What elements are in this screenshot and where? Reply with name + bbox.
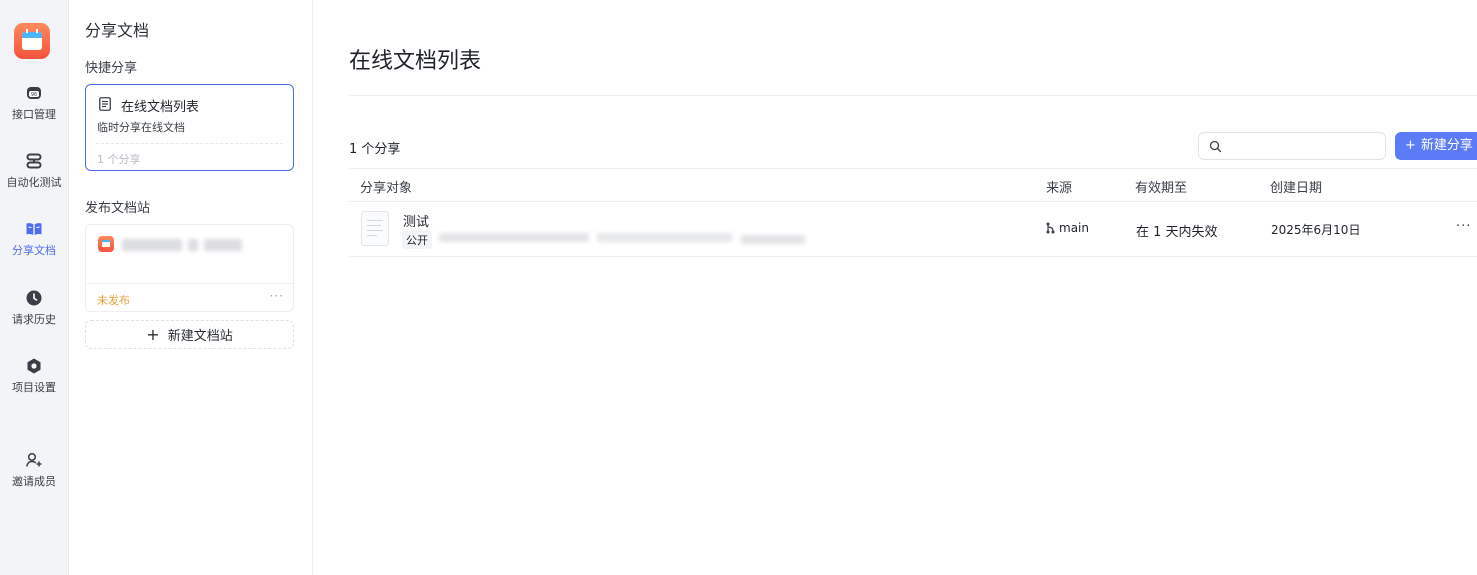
- new-share-button[interactable]: + 新建分享: [1395, 132, 1477, 160]
- source-branch-label: main: [1059, 221, 1089, 235]
- divider: [349, 95, 1477, 96]
- divider: [86, 283, 293, 284]
- redacted-site-name: [122, 239, 182, 251]
- publish-site-label: 发布文档站: [85, 201, 151, 216]
- sidebar-title: 分享文档: [85, 21, 150, 40]
- main-panel: 在线文档列表 1 个分享 + 新建分享 分享对象 来源 有效期至 创建日期 测试 …: [313, 0, 1477, 575]
- api-icon: 96: [27, 87, 41, 99]
- source-branch: main: [1046, 221, 1089, 235]
- branch-icon: [1046, 222, 1055, 234]
- redacted-share-link: [439, 233, 589, 242]
- document-icon: [99, 97, 111, 111]
- user-plus-icon: [26, 452, 42, 467]
- search-icon: [1209, 140, 1222, 153]
- share-count: 1 个分享: [349, 142, 401, 157]
- rail-item-share-docs[interactable]: 分享文档: [0, 220, 68, 258]
- rail-item-label: 自动化测试: [6, 176, 62, 189]
- created-date: 2025年6月10日: [1271, 223, 1361, 237]
- new-doc-site-button[interactable]: + 新建文档站: [85, 320, 294, 349]
- divider: [349, 256, 1477, 257]
- document-thumbnail-icon: [361, 211, 389, 246]
- plus-icon: +: [1405, 138, 1416, 153]
- icon-rail: 96 接口管理 自动化测试 分享文档 请求历史 项目设置 邀请成员: [0, 0, 69, 575]
- automation-icon: [26, 153, 42, 169]
- rail-item-history[interactable]: 请求历史: [0, 289, 68, 327]
- redacted-site-name: [188, 239, 198, 251]
- app-logo[interactable]: [14, 23, 50, 59]
- column-header-target: 分享对象: [360, 181, 413, 196]
- page-title: 在线文档列表: [349, 49, 482, 74]
- column-header-expires: 有效期至: [1135, 181, 1188, 196]
- expiry-text: 在 1 天内失效: [1136, 225, 1218, 240]
- column-header-source: 来源: [1046, 181, 1073, 196]
- share-count: 1 个分享: [97, 153, 141, 166]
- settings-icon: [27, 358, 41, 374]
- book-icon: [26, 223, 42, 235]
- online-docs-card[interactable]: 在线文档列表 临时分享在线文档 1 个分享: [85, 84, 294, 171]
- table-row[interactable]: 测试 公开 main 在 1 天内失效 2025年6月10日 ···: [349, 202, 1477, 256]
- doc-site-card[interactable]: 未发布 ···: [85, 224, 294, 312]
- redacted-share-link: [597, 233, 732, 242]
- redacted-share-link: [741, 235, 805, 244]
- column-header-created: 创建日期: [1270, 181, 1323, 196]
- clock-icon: [26, 290, 42, 306]
- rail-item-settings[interactable]: 项目设置: [0, 357, 68, 395]
- search-field[interactable]: [1198, 132, 1386, 160]
- rail-item-label: 请求历史: [12, 313, 56, 326]
- rail-item-automation[interactable]: 自动化测试: [0, 152, 68, 190]
- rail-item-label: 项目设置: [12, 381, 56, 394]
- rail-item-label: 接口管理: [12, 108, 56, 121]
- rail-item-label: 邀请成员: [12, 475, 56, 488]
- rail-item-invite[interactable]: 邀请成员: [0, 451, 68, 489]
- card-title: 在线文档列表: [121, 100, 200, 115]
- svg-text:96: 96: [31, 92, 37, 98]
- rail-item-api[interactable]: 96 接口管理: [0, 84, 68, 122]
- card-description: 临时分享在线文档: [97, 121, 185, 134]
- rail-item-label: 分享文档: [12, 244, 56, 257]
- share-docs-sidebar: 分享文档 快捷分享 在线文档列表 临时分享在线文档 1 个分享 发布文档站 未发…: [69, 0, 313, 575]
- visibility-badge: 公开: [402, 231, 432, 249]
- new-doc-site-label: 新建文档站: [167, 329, 233, 344]
- redacted-site-name: [204, 239, 242, 251]
- more-options-button[interactable]: ···: [270, 289, 284, 303]
- new-share-label: 新建分享: [1420, 138, 1473, 153]
- status-badge: 未发布: [97, 294, 130, 307]
- quick-share-label: 快捷分享: [85, 61, 138, 76]
- plus-icon: +: [146, 325, 160, 344]
- divider: [96, 143, 283, 144]
- share-name: 测试: [403, 215, 430, 230]
- site-logo-icon: [98, 236, 114, 252]
- divider: [349, 168, 1477, 169]
- row-more-button[interactable]: ···: [1456, 219, 1471, 234]
- search-input[interactable]: [1227, 136, 1381, 158]
